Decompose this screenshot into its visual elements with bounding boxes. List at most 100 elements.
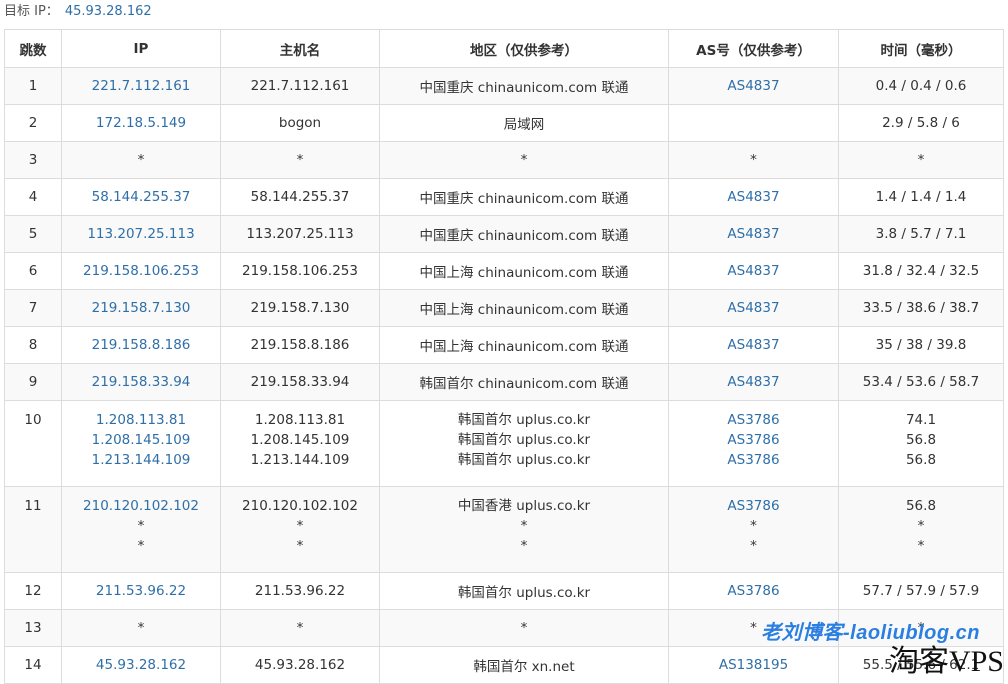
cell-ip: 221.7.112.161	[61, 67, 221, 105]
cell-as-number: AS4837	[668, 289, 839, 327]
cell-as-number-value: *	[750, 538, 757, 554]
cell-as-number-value[interactable]: AS4837	[673, 226, 834, 242]
cell-ip-value[interactable]: 210.120.102.102	[66, 496, 216, 516]
cell-ip: 211.53.96.22	[61, 572, 221, 610]
cell-time-value: 0.4 / 0.4 / 0.6	[875, 78, 967, 94]
cell-hostname: 1.208.113.81 1.208.145.109 1.213.144.109	[220, 400, 380, 487]
cell-time-value: *	[917, 538, 925, 554]
cell-region-value: 中国重庆 chinaunicom.com 联通	[419, 191, 629, 207]
cell-ip-value[interactable]: 221.7.112.161	[66, 78, 216, 94]
cell-ip-value[interactable]: 113.207.25.113	[66, 226, 216, 242]
table-row: 10 1.208.113.81 1.208.145.109 1.213.144.109…	[4, 400, 1004, 487]
cell-ip-value[interactable]: 1.213.144.109	[66, 450, 216, 470]
cell-as-number-value[interactable]: AS4837	[673, 189, 834, 205]
cell-region-value: 中国重庆 chinaunicom.com 联通	[419, 80, 629, 96]
cell-hostname-value: 1.213.144.109	[250, 452, 350, 468]
cell-ip-value[interactable]: 1.208.145.109	[66, 430, 216, 450]
header-hop: 跳数	[4, 29, 62, 68]
cell-time-value: 56.8	[905, 432, 937, 448]
cell-hop: 8	[4, 326, 62, 364]
cell-as-number-value[interactable]: AS3786	[673, 583, 834, 599]
header-ip: IP	[61, 29, 221, 68]
table-row: 8 219.158.8.186 219.158.8.186 中国上海 chinauni…	[4, 326, 1004, 364]
cell-ip-value[interactable]: 219.158.33.94	[66, 374, 216, 390]
cell-hostname-value: 58.144.255.37	[250, 189, 350, 205]
cell-hop: 9	[4, 363, 62, 401]
cell-as-number: AS4837	[668, 215, 839, 253]
header-hostname: 主机名	[220, 29, 380, 68]
cell-region-value: *	[520, 152, 528, 168]
cell-ip: 210.120.102.102 * *	[61, 486, 221, 573]
cell-ip-value[interactable]: 219.158.106.253	[66, 263, 216, 279]
cell-ip-value[interactable]: 45.93.28.162	[66, 657, 216, 673]
target-ip-value: 45.93.28.162	[64, 4, 152, 19]
cell-as-number: AS4837	[668, 363, 839, 401]
cell-hop: 3	[4, 141, 62, 179]
cell-as-number-value[interactable]: AS3786	[673, 450, 834, 470]
cell-hostname: 221.7.112.161	[220, 67, 380, 105]
cell-ip-value: *	[137, 620, 145, 636]
cell-hop: 4	[4, 178, 62, 216]
table-header-row: 跳数 IP 主机名 地区（仅供参考） AS号（仅供参考） 时间（毫秒）	[4, 29, 1004, 68]
cell-time: 74.1 56.8 56.8	[838, 400, 1004, 487]
cell-ip-value[interactable]: 219.158.7.130	[66, 300, 216, 316]
cell-ip-value[interactable]: 1.208.113.81	[66, 410, 216, 430]
cell-time-value: 57.7 / 57.9 / 57.9	[862, 583, 980, 599]
cell-time-value: *	[917, 152, 925, 168]
cell-ip-value[interactable]: 58.144.255.37	[66, 189, 216, 205]
traceroute-table: 跳数 IP 主机名 地区（仅供参考） AS号（仅供参考） 时间（毫秒） 1 221…	[4, 29, 1004, 684]
table-row: 11 210.120.102.102 * * 210.120.102.102 * * 中国香港…	[4, 486, 1004, 573]
cell-as-number-value[interactable]: AS138195	[673, 657, 834, 673]
cell-as-number-value[interactable]: AS4837	[673, 374, 834, 390]
cell-region: 局域网	[379, 104, 669, 142]
cell-as-number-value[interactable]: AS3786	[673, 430, 834, 450]
cell-as-number-value[interactable]: AS4837	[673, 263, 834, 279]
cell-time-value: *	[917, 518, 925, 534]
table-row: 6 219.158.106.253 219.158.106.253 中国上海 chin…	[4, 252, 1004, 290]
cell-as-number-value[interactable]: AS3786	[673, 496, 834, 516]
cell-hostname: 211.53.96.22	[220, 572, 380, 610]
cell-hostname-value: *	[296, 152, 304, 168]
cell-hostname: 219.158.106.253	[220, 252, 380, 290]
cell-time: 31.8 / 32.4 / 32.5	[838, 252, 1004, 290]
cell-region: 中国上海 chinaunicom.com 联通	[379, 289, 669, 327]
cell-hop: 1	[4, 67, 62, 105]
cell-as-number: AS4837	[668, 326, 839, 364]
cell-time-value: 3.8 / 5.7 / 7.1	[875, 226, 967, 242]
cell-region-value: 局域网	[503, 117, 545, 133]
table-row: 2 172.18.5.149 bogon 局域网 2.9 / 5.8 / 6	[4, 104, 1004, 142]
cell-ip-value[interactable]: 211.53.96.22	[66, 583, 216, 599]
cell-region: 中国重庆 chinaunicom.com 联通	[379, 67, 669, 105]
cell-as-number: AS3786 AS3786 AS3786	[668, 400, 839, 487]
cell-time-value: 56.8	[905, 498, 937, 514]
cell-region-value: 韩国首尔 uplus.co.kr	[457, 585, 591, 601]
cell-as-number-value[interactable]: AS4837	[673, 300, 834, 316]
cell-ip-value: *	[137, 538, 145, 554]
cell-ip: 219.158.7.130	[61, 289, 221, 327]
table-row: 3 * * * * *	[4, 141, 1004, 179]
cell-as-number-value[interactable]: AS3786	[673, 410, 834, 430]
cell-time: *	[838, 141, 1004, 179]
cell-hop: 12	[4, 572, 62, 610]
cell-hostname-value: *	[296, 620, 304, 636]
cell-time: 56.8 * *	[838, 486, 1004, 573]
cell-as-number-value[interactable]: AS4837	[673, 78, 834, 94]
cell-as-number: *	[668, 141, 839, 179]
table-row: 14 45.93.28.162 45.93.28.162 韩国首尔 xn.net AS1…	[4, 646, 1004, 684]
cell-as-number-value[interactable]: AS4837	[673, 337, 834, 353]
cell-ip-value: *	[137, 518, 145, 534]
cell-hostname-value: 219.158.8.186	[250, 337, 350, 353]
cell-as-number: AS4837	[668, 252, 839, 290]
cell-ip: 113.207.25.113	[61, 215, 221, 253]
cell-time-value: 31.8 / 32.4 / 32.5	[862, 263, 980, 279]
cell-hostname-value: bogon	[278, 115, 322, 131]
cell-region: 中国上海 chinaunicom.com 联通	[379, 326, 669, 364]
cell-time-value: 33.5 / 38.6 / 38.7	[862, 300, 980, 316]
cell-region-value: 韩国首尔 uplus.co.kr	[457, 412, 591, 428]
cell-as-number: AS138195	[668, 646, 839, 684]
cell-hostname-value: 219.158.7.130	[250, 300, 350, 316]
table-row: 9 219.158.33.94 219.158.33.94 韩国首尔 chinauni…	[4, 363, 1004, 401]
cell-hostname: *	[220, 609, 380, 647]
cell-ip-value[interactable]: 219.158.8.186	[66, 337, 216, 353]
cell-ip-value[interactable]: 172.18.5.149	[66, 115, 216, 131]
